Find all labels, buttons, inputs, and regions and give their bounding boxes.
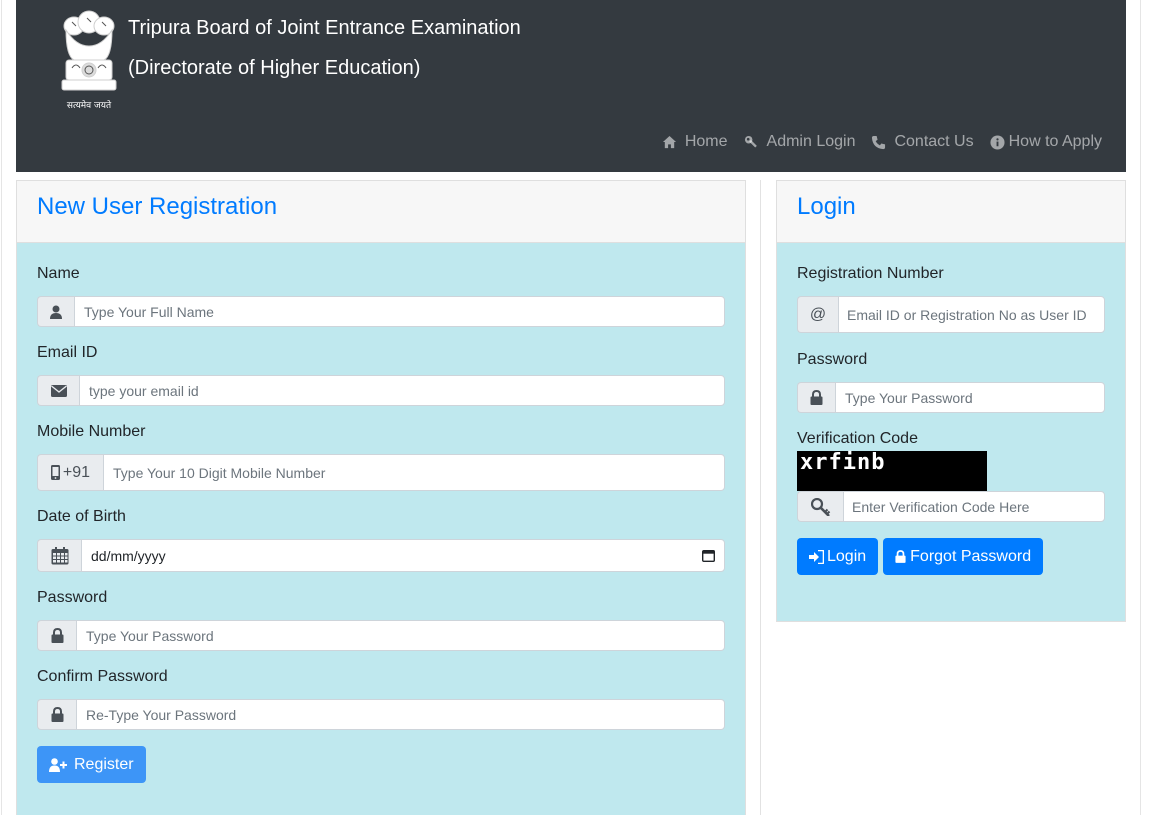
registration-card: New User Registration Name Type Your Ful… bbox=[16, 180, 746, 815]
site-header: सत्यमेव जयते Tripura Board of Joint Entr… bbox=[16, 0, 1126, 172]
nav-how-to-apply[interactable]: How to Apply bbox=[990, 133, 1102, 151]
register-button-label: Register bbox=[74, 755, 134, 773]
column-divider bbox=[760, 180, 761, 815]
registration-heading: New User Registration bbox=[37, 193, 278, 220]
registration-number-label: Registration Number bbox=[797, 265, 944, 282]
email-input[interactable]: type your email id bbox=[79, 375, 725, 406]
password-input-group: Type Your Password bbox=[37, 620, 725, 651]
mobile-number-input[interactable]: Type Your 10 Digit Mobile Number bbox=[103, 454, 725, 491]
email-input-group: type your email id bbox=[37, 375, 725, 406]
login-button[interactable]: Login bbox=[797, 538, 879, 575]
calendar-icon bbox=[51, 546, 68, 564]
national-emblem-logo: सत्यमेव जयते bbox=[61, 10, 117, 111]
home-icon bbox=[662, 135, 676, 148]
confirm-password-input-group: Re-Type Your Password bbox=[37, 699, 725, 730]
nav-contact-us[interactable]: Contact Us bbox=[871, 133, 974, 151]
login-password-group: Type Your Password bbox=[797, 382, 1105, 413]
registration-card-header: New User Registration bbox=[17, 181, 745, 243]
forgot-password-button[interactable]: Forgot Password bbox=[883, 538, 1044, 575]
user-icon bbox=[50, 305, 62, 319]
login-card-header: Login bbox=[777, 181, 1125, 243]
at-addon: @ bbox=[797, 296, 838, 333]
password-label: Password bbox=[37, 589, 108, 606]
confirm-password-input[interactable]: Re-Type Your Password bbox=[76, 699, 725, 730]
mobile-label: Mobile Number bbox=[37, 423, 146, 440]
info-icon bbox=[990, 134, 1005, 150]
nav-admin-login[interactable]: Admin Login bbox=[744, 133, 856, 151]
nav-contact-us-label: Contact Us bbox=[894, 133, 974, 150]
sign-in-icon bbox=[809, 549, 824, 564]
verification-code-input[interactable]: Enter Verification Code Here bbox=[843, 491, 1105, 522]
key-icon bbox=[810, 497, 830, 516]
emblem-motto: सत्यमेव जयते bbox=[67, 99, 112, 111]
password-input[interactable]: Type Your Password bbox=[76, 620, 725, 651]
nav-how-to-apply-label: How to Apply bbox=[1008, 133, 1102, 150]
main-nav: Home Admin Login Contact Us How to Apply bbox=[662, 133, 1102, 151]
nav-home[interactable]: Home bbox=[662, 133, 728, 151]
login-password-input[interactable]: Type Your Password bbox=[835, 382, 1105, 413]
register-button[interactable]: Register bbox=[37, 746, 146, 783]
login-card: Login Registration Number @ Email ID or … bbox=[776, 180, 1126, 622]
lock-icon bbox=[810, 390, 823, 405]
registration-number-group: @ Email ID or Registration No as User ID bbox=[797, 296, 1105, 333]
login-password-addon bbox=[797, 382, 835, 413]
login-heading: Login bbox=[797, 193, 856, 220]
user-plus-icon bbox=[49, 757, 67, 772]
login-form: Registration Number @ Email ID or Regist… bbox=[777, 265, 1125, 575]
dob-input-group: dd/mm/yyyy bbox=[37, 539, 725, 572]
frame-right-border bbox=[1140, 0, 1141, 815]
email-addon bbox=[37, 375, 79, 406]
confirm-password-addon bbox=[37, 699, 76, 730]
country-code: +91 bbox=[62, 463, 91, 481]
captcha-image: xrfinb bbox=[797, 451, 987, 491]
full-name-input[interactable]: Type Your Full Name bbox=[74, 296, 725, 327]
nav-home-label: Home bbox=[684, 133, 728, 150]
site-title: Tripura Board of Joint Entrance Examinat… bbox=[128, 17, 521, 39]
lock-icon bbox=[51, 628, 63, 643]
verification-code-label: Verification Code bbox=[797, 430, 918, 447]
confirm-password-label: Confirm Password bbox=[37, 668, 168, 685]
mobile-input-group: +91 Type Your 10 Digit Mobile Number bbox=[37, 454, 725, 491]
mobile-addon: +91 bbox=[37, 454, 103, 491]
at-sign-icon: @ bbox=[809, 305, 827, 323]
dob-label: Date of Birth bbox=[37, 508, 126, 525]
password-addon bbox=[37, 620, 76, 651]
forgot-password-label: Forgot Password bbox=[910, 547, 1032, 565]
login-password-label: Password bbox=[797, 351, 868, 368]
login-button-label: Login bbox=[827, 547, 867, 565]
lock-icon bbox=[895, 550, 906, 563]
envelope-icon bbox=[50, 384, 67, 397]
frame-left-border bbox=[1, 0, 2, 815]
calendar-picker-icon[interactable] bbox=[702, 549, 715, 562]
email-label: Email ID bbox=[37, 344, 98, 361]
mobile-icon bbox=[50, 465, 60, 480]
dob-input[interactable]: dd/mm/yyyy bbox=[81, 539, 725, 572]
lock-icon bbox=[51, 707, 63, 722]
page: सत्यमेव जयते Tripura Board of Joint Entr… bbox=[0, 0, 1149, 815]
name-addon bbox=[37, 296, 74, 327]
phone-icon bbox=[872, 135, 886, 149]
verification-addon bbox=[797, 491, 843, 522]
name-input-group: Type Your Full Name bbox=[37, 296, 725, 327]
registration-form: Name Type Your Full Name Email ID type y… bbox=[17, 265, 745, 783]
key-icon bbox=[744, 135, 757, 148]
site-subtitle: (Directorate of Higher Education) bbox=[128, 57, 421, 79]
nav-admin-login-label: Admin Login bbox=[766, 133, 856, 150]
user-id-input[interactable]: Email ID or Registration No as User ID bbox=[838, 296, 1105, 333]
verification-code-group: Enter Verification Code Here bbox=[797, 491, 1105, 522]
dob-value: dd/mm/yyyy bbox=[91, 547, 166, 564]
name-label: Name bbox=[37, 265, 80, 282]
dob-addon bbox=[37, 539, 81, 572]
